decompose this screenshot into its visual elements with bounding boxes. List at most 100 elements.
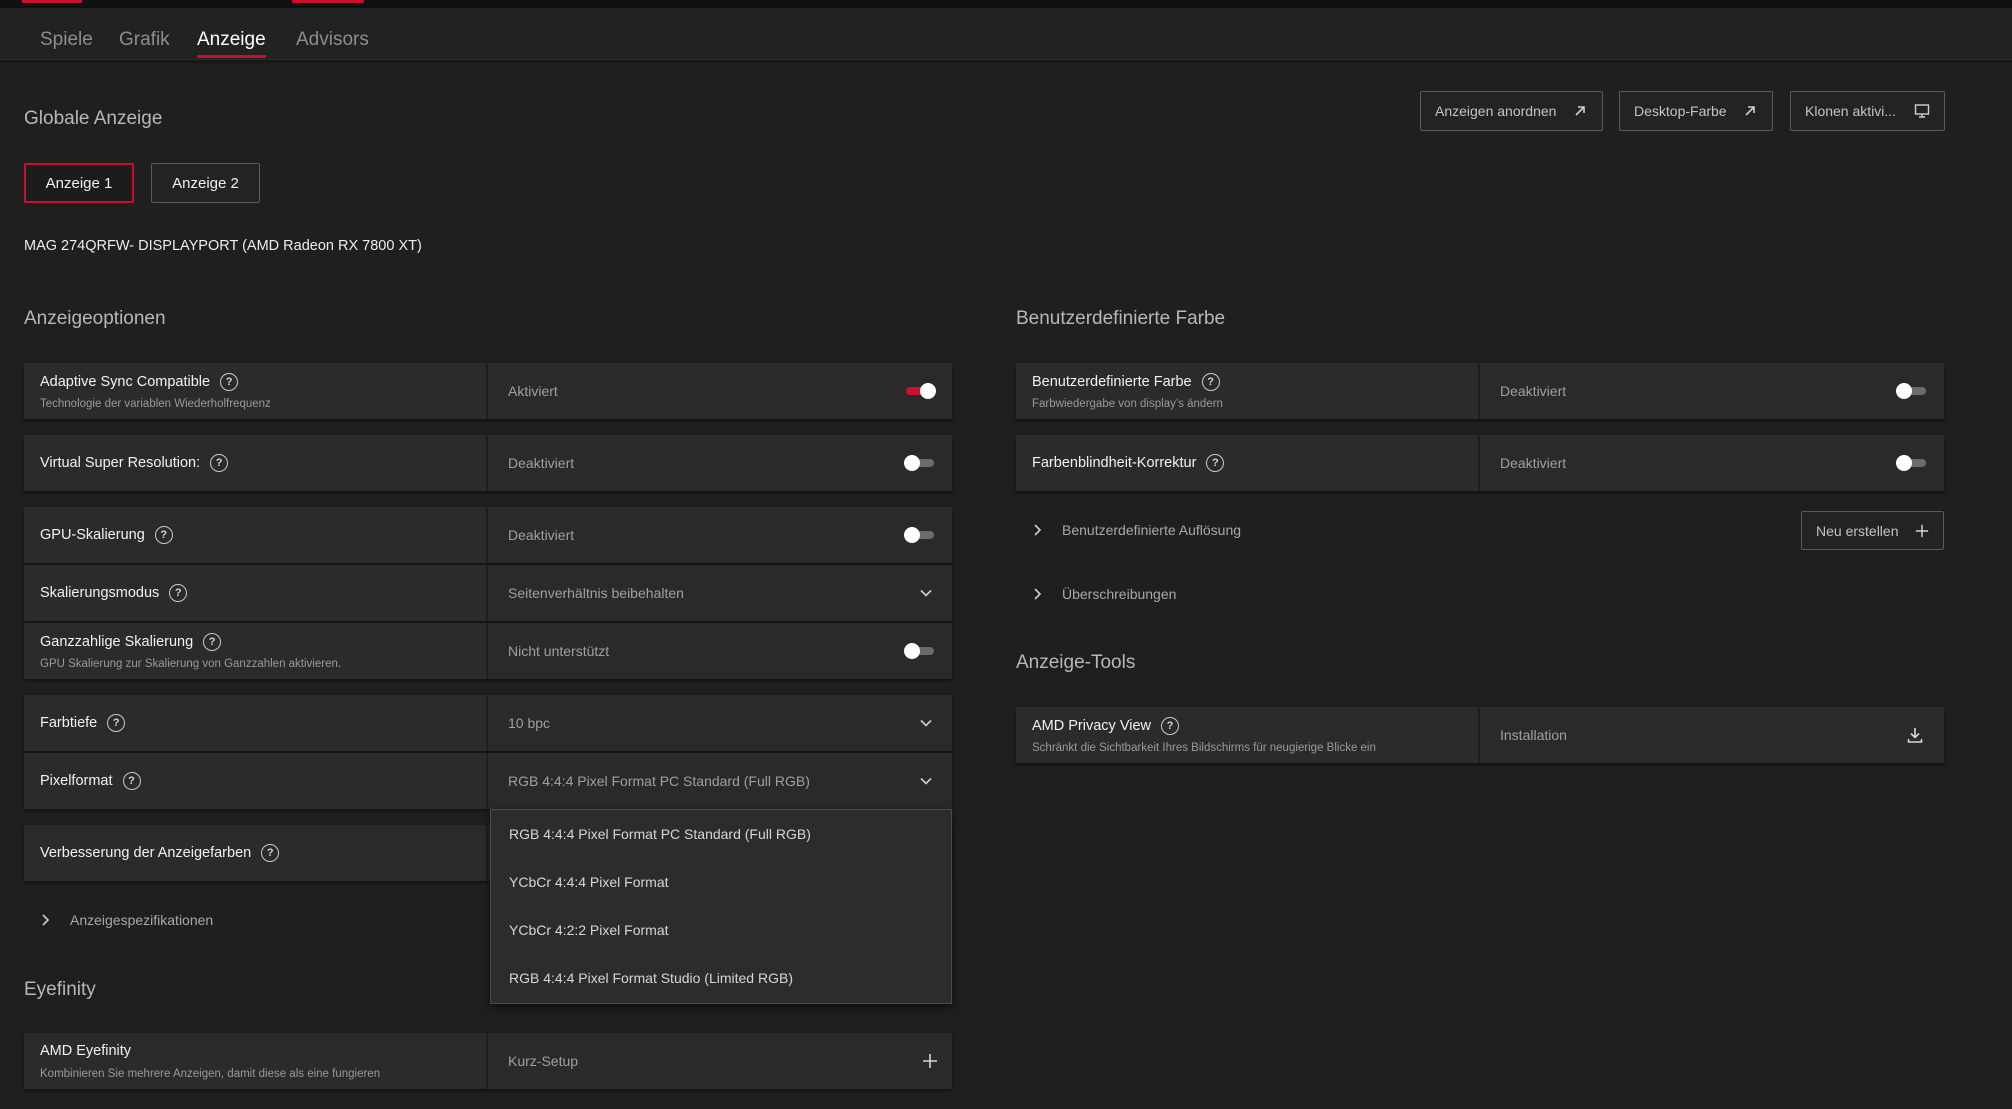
gpu-scaling-label: GPU-Skalierung: [40, 527, 145, 543]
accent-marker: [292, 0, 364, 3]
custom-color-value: Deaktiviert: [1500, 383, 1567, 399]
eyefinity-subtitle: Kombinieren Sie mehrere Anzeigen, damit …: [40, 1068, 381, 1080]
overrides-expander[interactable]: Überschreibungen: [1030, 586, 1176, 602]
desktop-color-button[interactable]: Desktop-Farbe: [1619, 91, 1773, 131]
arrange-displays-label: Anzeigen anordnen: [1435, 103, 1557, 119]
overrides-label: Überschreibungen: [1062, 586, 1177, 602]
privacy-view-label: AMD Privacy View: [1032, 718, 1151, 734]
color-enhancement-label: Verbesserung der Anzeigefarben: [40, 845, 252, 861]
help-icon[interactable]: ?: [261, 844, 280, 862]
scaling-mode-select[interactable]: Seitenverhältnis beibehalten: [490, 565, 952, 621]
accent-marker: [22, 0, 82, 3]
clone-enable-button[interactable]: Klonen aktivi...: [1790, 91, 1945, 131]
tab-anzeige[interactable]: Anzeige: [197, 20, 266, 60]
scaling-mode-label: Skalierungsmodus: [40, 585, 160, 601]
chevron-right-icon: [1034, 588, 1042, 600]
pixel-format-value: RGB 4:4:4 Pixel Format PC Standard (Full…: [508, 773, 810, 789]
help-icon[interactable]: ?: [203, 633, 222, 651]
help-icon[interactable]: ?: [220, 373, 239, 391]
adaptive-sync-value: Aktiviert: [508, 383, 558, 399]
external-arrow-icon: [1745, 106, 1755, 116]
help-icon[interactable]: ?: [1206, 454, 1225, 472]
vsr-toggle[interactable]: [904, 455, 936, 471]
privacy-view-value: Installation: [1500, 727, 1567, 743]
custom-color-row: Benutzerdefinierte Farbe? Farbwiedergabe…: [1016, 363, 1944, 419]
help-icon[interactable]: ?: [1160, 717, 1179, 735]
help-icon[interactable]: ?: [210, 454, 229, 472]
custom-color-label: Benutzerdefinierte Farbe: [1032, 374, 1192, 390]
custom-resolution-label: Benutzerdefinierte Auflösung: [1062, 522, 1242, 538]
chevron-down-icon[interactable]: [918, 585, 934, 601]
color-depth-select[interactable]: 10 bpc: [490, 695, 952, 751]
adaptive-sync-label: Adaptive Sync Compatible: [40, 374, 211, 390]
color-depth-value: 10 bpc: [508, 715, 551, 731]
arrange-displays-button[interactable]: Anzeigen anordnen: [1420, 91, 1603, 131]
color-blindness-label: Farbenblindheit-Korrektur: [1032, 455, 1197, 471]
help-icon[interactable]: ?: [154, 526, 173, 544]
display-options-heading: Anzeigeoptionen: [24, 308, 166, 329]
custom-resolution-expander[interactable]: Benutzerdefinierte Auflösung: [1030, 522, 1241, 538]
tab-advisors[interactable]: Advisors: [296, 20, 369, 60]
tab-spiele[interactable]: Spiele: [40, 20, 93, 60]
custom-color-subtitle: Farbwiedergabe von display’s ändern: [1032, 398, 1223, 410]
dropdown-option[interactable]: YCbCr 4:2:2 Pixel Format: [491, 906, 951, 954]
eyefinity-label: AMD Eyefinity: [40, 1043, 132, 1059]
chevron-down-icon[interactable]: [918, 715, 934, 731]
pixel-format-label: Pixelformat: [40, 773, 113, 789]
display-specs-label: Anzeigespezifikationen: [70, 912, 214, 928]
eyefinity-row: AMD Eyefinity Kombinieren Sie mehrere An…: [24, 1033, 952, 1089]
eyefinity-value: Kurz-Setup: [508, 1053, 579, 1069]
chevron-right-icon: [42, 914, 50, 926]
dropdown-option[interactable]: RGB 4:4:4 Pixel Format Studio (Limited R…: [491, 954, 951, 1002]
display-tools-heading: Anzeige-Tools: [1016, 652, 1136, 673]
app-window: Spiele Grafik Anzeige Advisors Globale A…: [0, 0, 2012, 1109]
clone-enable-label: Klonen aktivi...: [1805, 103, 1897, 119]
pixel-format-select[interactable]: RGB 4:4:4 Pixel Format PC Standard (Full…: [490, 753, 952, 809]
scaling-mode-row: Skalierungsmodus? Seitenverhältnis beibe…: [24, 565, 952, 621]
adaptive-sync-toggle[interactable]: [904, 383, 936, 399]
pixel-format-dropdown: RGB 4:4:4 Pixel Format PC Standard (Full…: [490, 809, 952, 1004]
eyefinity-quick-setup[interactable]: Kurz-Setup: [490, 1033, 952, 1089]
monitor-name: MAG 274QRFW- DISPLAYPORT (AMD Radeon RX …: [24, 238, 422, 254]
custom-color-toggle[interactable]: [1896, 383, 1928, 399]
color-blindness-toggle[interactable]: [1896, 455, 1928, 471]
plus-icon: [1915, 524, 1929, 537]
tab-bar: Spiele Grafik Anzeige Advisors: [0, 8, 2012, 60]
integer-scaling-toggle[interactable]: [904, 643, 936, 659]
gpu-scaling-row: GPU-Skalierung? Deaktiviert: [24, 507, 952, 563]
chevron-right-icon: [1034, 524, 1042, 536]
privacy-view-row: AMD Privacy View? Schränkt die Sichtbark…: [1016, 707, 1944, 763]
tab-grafik[interactable]: Grafik: [119, 20, 170, 60]
pixel-format-row: Pixelformat? RGB 4:4:4 Pixel Format PC S…: [24, 753, 952, 809]
integer-scaling-row: Ganzzahlige Skalierung? GPU Skalierung z…: [24, 623, 952, 679]
vsr-label: Virtual Super Resolution:: [40, 455, 201, 471]
integer-scaling-subtitle: GPU Skalierung zur Skalierung von Ganzza…: [40, 658, 342, 670]
display-1-button[interactable]: Anzeige 1: [24, 163, 134, 203]
adaptive-sync-subtitle: Technologie der variablen Wiederholfrequ…: [40, 398, 271, 410]
integer-scaling-label: Ganzzahlige Skalierung: [40, 634, 194, 650]
scaling-mode-value: Seitenverhältnis beibehalten: [508, 585, 684, 601]
help-icon[interactable]: ?: [122, 772, 141, 790]
privacy-view-install[interactable]: Installation: [1482, 707, 1944, 763]
plus-icon[interactable]: [922, 1053, 938, 1069]
chevron-down-icon[interactable]: [918, 773, 934, 789]
download-icon[interactable]: [1906, 726, 1924, 744]
dropdown-option[interactable]: RGB 4:4:4 Pixel Format PC Standard (Full…: [491, 810, 951, 858]
help-icon[interactable]: ?: [107, 714, 126, 732]
display-specs-expander[interactable]: Anzeigespezifikationen: [38, 912, 213, 928]
create-new-button[interactable]: Neu erstellen: [1801, 511, 1944, 550]
privacy-view-subtitle: Schränkt die Sichtbarkeit Ihres Bildschi…: [1032, 742, 1376, 754]
dropdown-option[interactable]: YCbCr 4:4:4 Pixel Format: [491, 858, 951, 906]
help-icon[interactable]: ?: [169, 584, 188, 602]
color-blindness-row: Farbenblindheit-Korrektur? Deaktiviert: [1016, 435, 1944, 491]
gpu-scaling-toggle[interactable]: [904, 527, 936, 543]
page-title: Globale Anzeige: [24, 108, 163, 129]
display-2-button[interactable]: Anzeige 2: [151, 163, 260, 203]
virtual-super-resolution-row: Virtual Super Resolution:? Deaktiviert: [24, 435, 952, 491]
color-blindness-value: Deaktiviert: [1500, 455, 1567, 471]
desktop-color-label: Desktop-Farbe: [1634, 103, 1727, 119]
create-new-label: Neu erstellen: [1816, 522, 1899, 539]
integer-scaling-value: Nicht unterstützt: [508, 643, 610, 659]
help-icon[interactable]: ?: [1201, 373, 1220, 391]
eyefinity-heading: Eyefinity: [24, 979, 96, 1000]
